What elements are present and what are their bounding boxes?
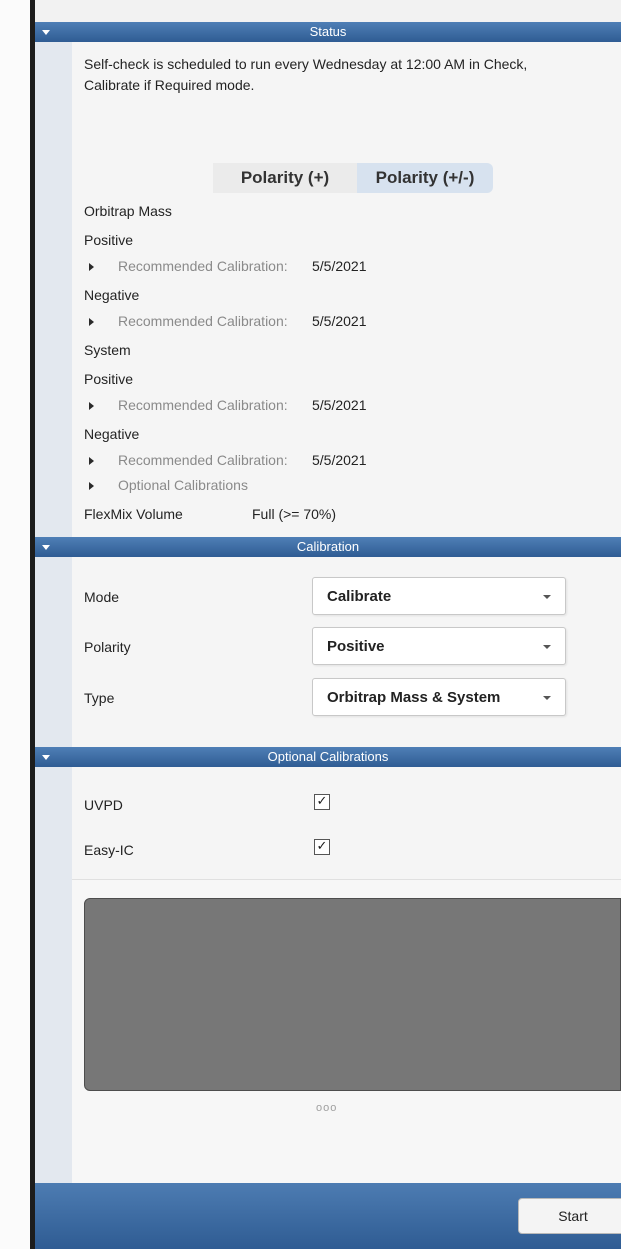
progress-dots: ooo <box>316 1102 338 1114</box>
dropdown-caret-icon <box>543 645 551 649</box>
optional-gutter <box>35 767 72 1183</box>
status-gutter <box>35 42 72 537</box>
uvpd-checkbox[interactable]: ✓ <box>314 794 330 810</box>
mode-dropdown[interactable]: Calibrate <box>312 577 566 615</box>
system-title: System <box>84 342 131 358</box>
system-positive-label: Positive <box>84 371 134 387</box>
optional-calibrations-expander[interactable]: Optional Calibrations <box>118 477 248 493</box>
easyic-checkbox[interactable]: ✓ <box>314 839 330 855</box>
orbitrap-negative-label: Negative <box>84 287 140 303</box>
system-positive-recommended-label: Recommended Calibration: <box>118 397 288 413</box>
type-dropdown-value: Orbitrap Mass & System <box>327 689 501 706</box>
self-check-window: Status Self-check is scheduled to run ev… <box>35 0 621 1249</box>
collapse-arrow-icon[interactable] <box>42 30 50 35</box>
uvpd-label: UVPD <box>84 797 123 813</box>
orbitrap-positive-label: Positive <box>84 232 134 248</box>
checkmark-icon: ✓ <box>316 794 328 809</box>
collapse-arrow-icon[interactable] <box>42 755 50 760</box>
schedule-message-line2: Calibrate if Required mode. <box>84 77 255 93</box>
flexmix-volume-label: FlexMix Volume <box>84 506 183 522</box>
schedule-message-line1: Self-check is scheduled to run every Wed… <box>84 56 528 72</box>
optional-content <box>72 767 621 879</box>
type-dropdown[interactable]: Orbitrap Mass & System <box>312 678 566 716</box>
expand-triangle-icon[interactable] <box>89 402 94 410</box>
optional-calibrations-header-label: Optional Calibrations <box>267 749 389 764</box>
collapse-arrow-icon[interactable] <box>42 545 50 550</box>
orbitrap-negative-recommended-date: 5/5/2021 <box>312 313 367 329</box>
dropdown-caret-icon <box>543 696 551 700</box>
status-header-label: Status <box>309 24 347 39</box>
polarity-dropdown-value: Positive <box>327 638 385 655</box>
expand-triangle-icon[interactable] <box>89 318 94 326</box>
system-positive-recommended-date: 5/5/2021 <box>312 397 367 413</box>
type-label: Type <box>84 690 115 706</box>
expand-triangle-icon[interactable] <box>89 457 94 465</box>
flexmix-volume-value: Full (>= 70%) <box>252 506 337 522</box>
dropdown-caret-icon <box>543 595 551 599</box>
mode-dropdown-value: Calibrate <box>327 588 392 605</box>
orbitrap-mass-title: Orbitrap Mass <box>84 203 172 219</box>
polarity-dropdown[interactable]: Positive <box>312 627 566 665</box>
expand-triangle-icon[interactable] <box>89 263 94 271</box>
orbitrap-positive-recommended-date: 5/5/2021 <box>312 258 367 274</box>
checkmark-icon: ✓ <box>316 839 328 854</box>
output-display-panel <box>84 898 621 1091</box>
calibration-gutter <box>35 557 72 747</box>
desktop-background <box>0 0 30 1249</box>
polarity-positive-tab[interactable]: Polarity (+) <box>213 163 357 193</box>
system-negative-label: Negative <box>84 426 140 442</box>
expand-triangle-icon[interactable] <box>89 482 94 490</box>
orbitrap-positive-recommended-label: Recommended Calibration: <box>118 258 288 274</box>
calibration-header-label: Calibration <box>296 539 360 554</box>
system-negative-recommended-date: 5/5/2021 <box>312 452 367 468</box>
start-button[interactable]: Start <box>518 1198 621 1234</box>
easyic-label: Easy-IC <box>84 842 134 858</box>
mode-label: Mode <box>84 589 120 605</box>
polarity-label: Polarity <box>84 639 131 655</box>
status-section-header[interactable]: Status <box>35 22 621 42</box>
calibration-section-header[interactable]: Calibration <box>35 537 621 557</box>
optional-calibrations-section-header[interactable]: Optional Calibrations <box>35 747 621 767</box>
orbitrap-negative-recommended-label: Recommended Calibration: <box>118 313 288 329</box>
polarity-both-tab[interactable]: Polarity (+/-) <box>357 163 493 193</box>
system-negative-recommended-label: Recommended Calibration: <box>118 452 288 468</box>
